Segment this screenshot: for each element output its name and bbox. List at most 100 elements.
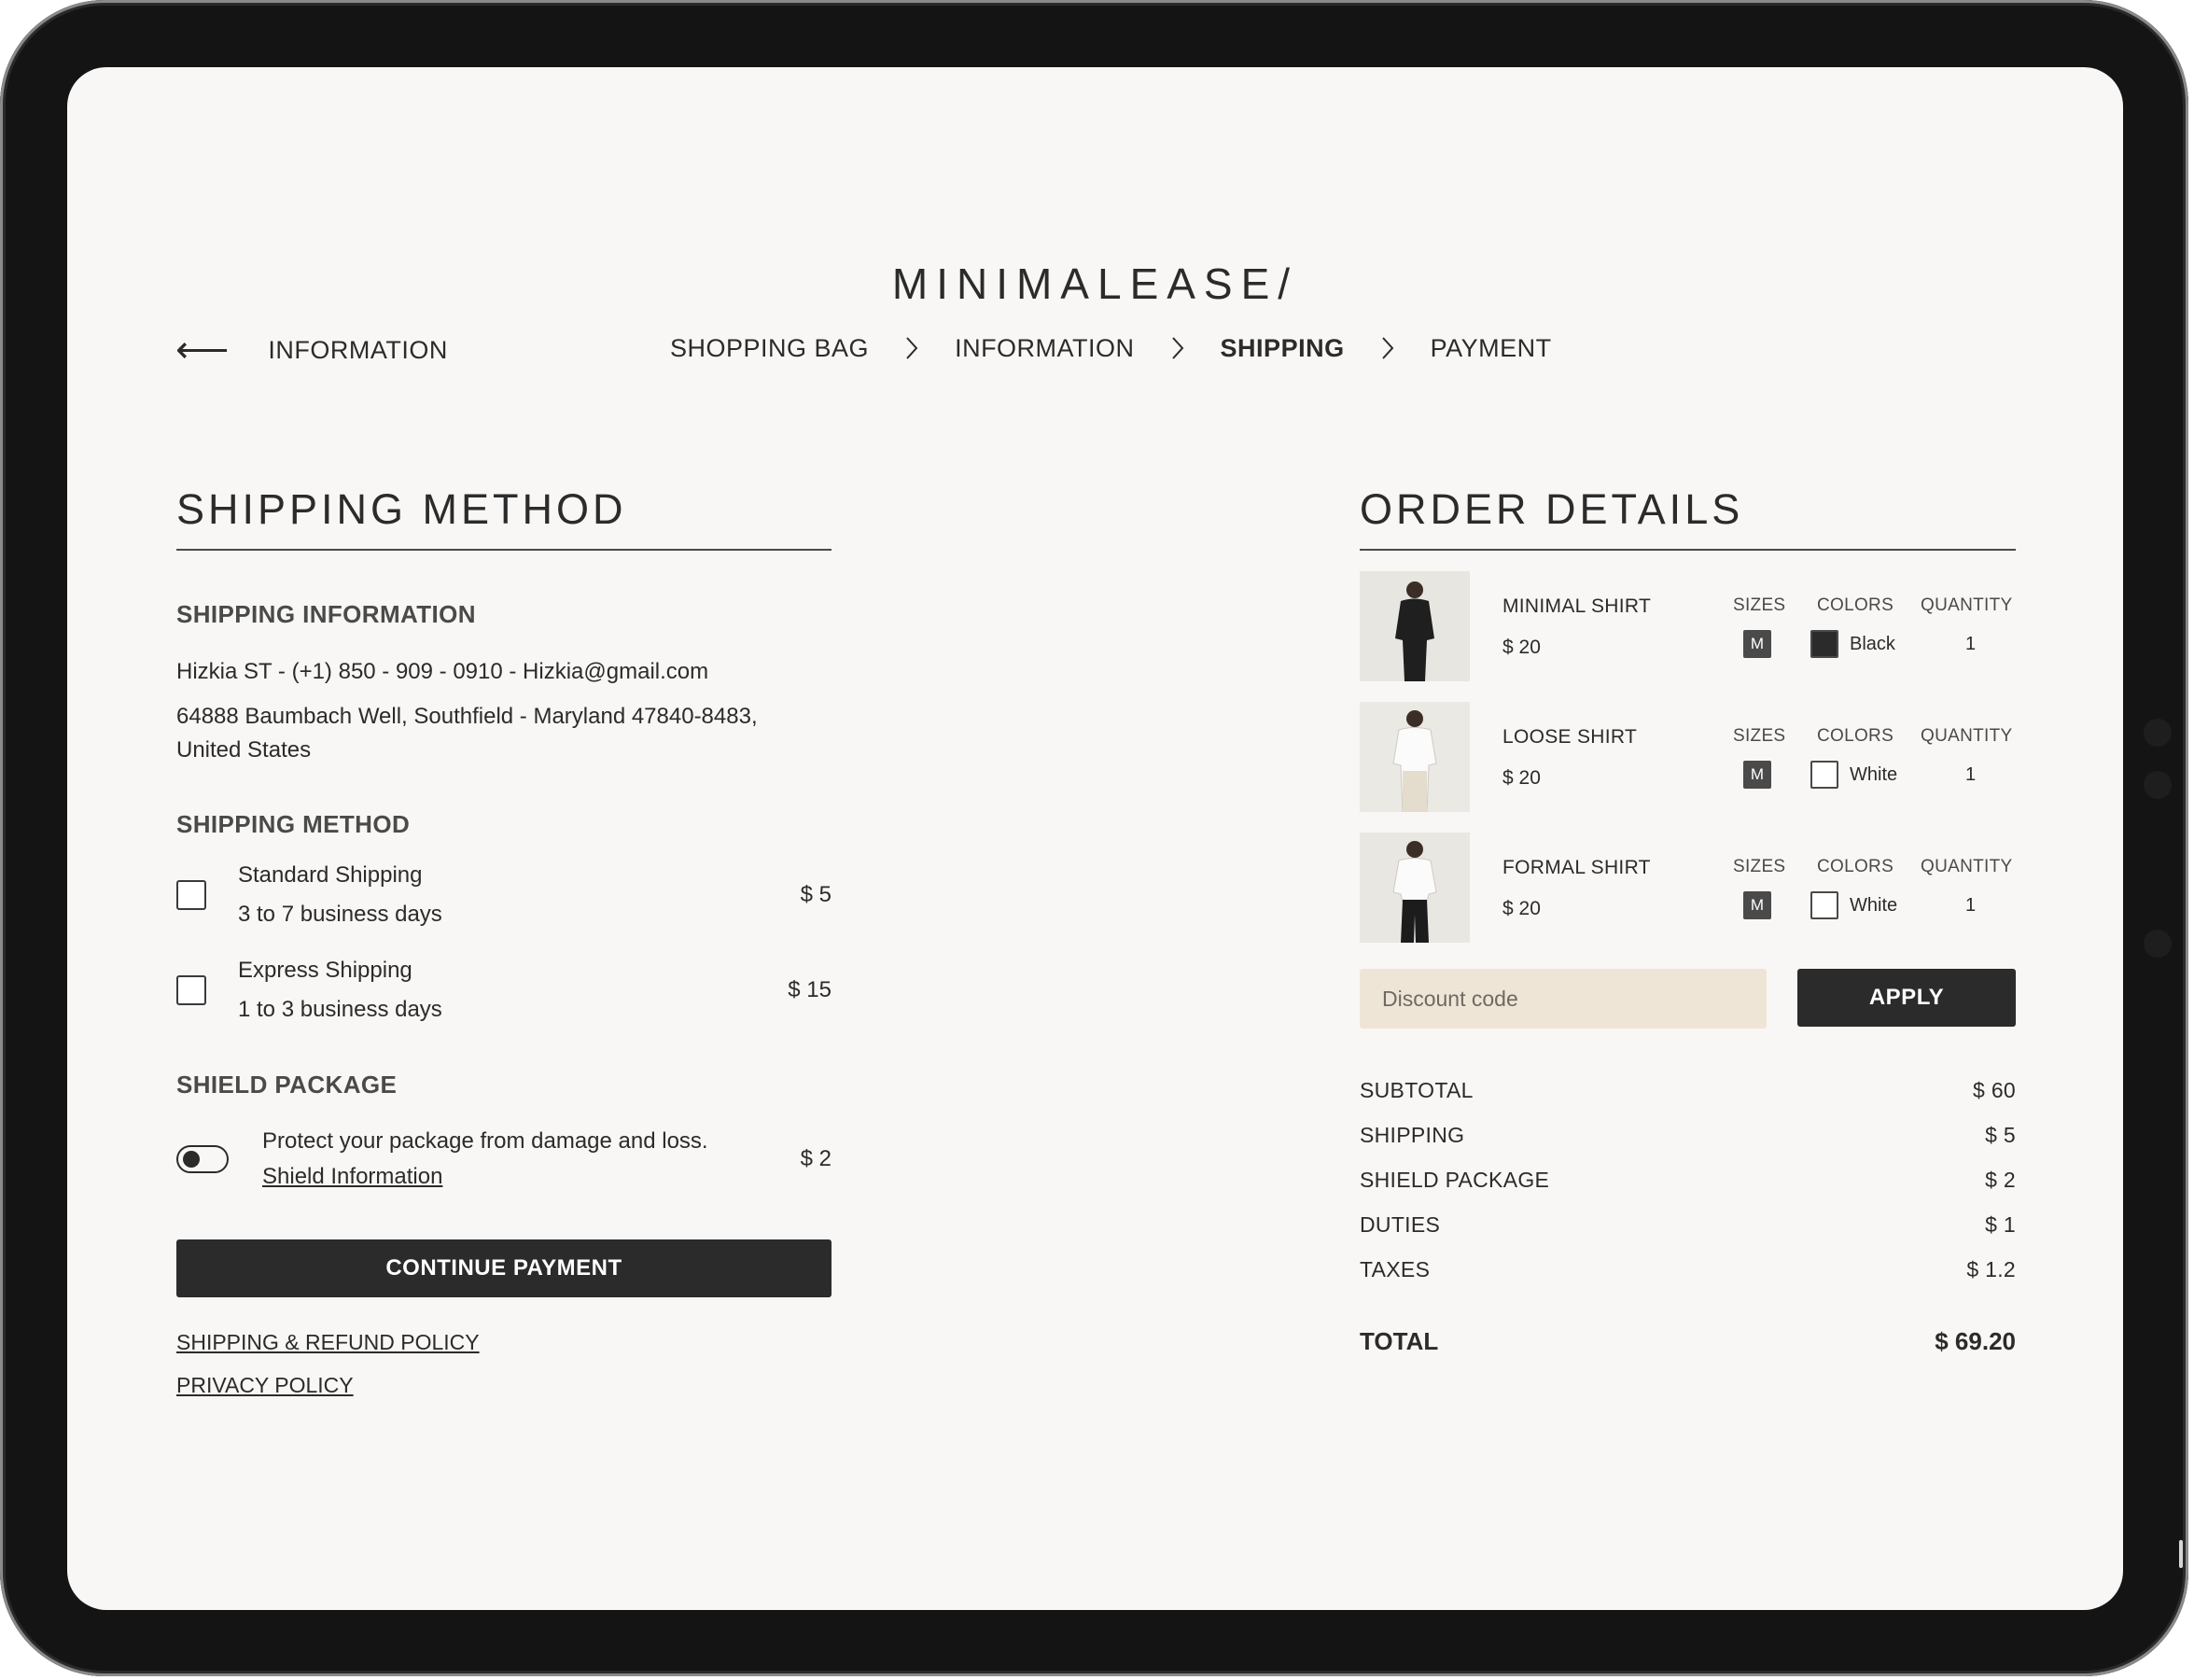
- shield-information-link[interactable]: Shield Information: [262, 1159, 801, 1195]
- app-screen: MINIMALEASE/ ⟵ INFORMATION SHOPPING BAG …: [67, 67, 2123, 1610]
- summary-value: $ 60: [1973, 1077, 2016, 1102]
- summary-row-total: TOTAL $ 69.20: [1360, 1327, 2016, 1356]
- order-item: MINIMAL SHIRT $ 20 SIZES COLORS QUANTITY…: [1360, 571, 2016, 681]
- tablet-sensor-dot: [2144, 930, 2172, 958]
- chevron-right-icon: [895, 331, 929, 365]
- sizes-header: SIZES: [1733, 595, 1786, 615]
- color-label: Black: [1850, 634, 1895, 654]
- breadcrumb: SHOPPING BAG INFORMATION SHIPPING PAYMEN…: [670, 331, 1552, 365]
- shield-package-toggle[interactable]: [176, 1145, 229, 1173]
- product-image[interactable]: [1360, 702, 1470, 812]
- standard-shipping-duration: 3 to 7 business days: [238, 902, 442, 927]
- colors-header: COLORS: [1817, 857, 1894, 876]
- breadcrumb-shipping[interactable]: SHIPPING: [1221, 334, 1345, 363]
- color-label: White: [1850, 764, 1898, 785]
- summary-row-duties: DUTIES $ 1: [1360, 1202, 2016, 1247]
- order-summary: SUBTOTAL $ 60 SHIPPING $ 5 SHIELD PACKAG…: [1360, 1068, 2016, 1356]
- order-details-title: ORDER DETAILS: [1360, 485, 2016, 551]
- standard-shipping-price: $ 5: [800, 882, 831, 907]
- item-price: $ 20: [1502, 898, 1541, 919]
- shield-package-option: Protect your package from damage and los…: [176, 1124, 831, 1195]
- contact-line: Hizkia ST - (+1) 850 - 909 - 0910 - Hizk…: [176, 659, 709, 684]
- color-label: White: [1850, 895, 1898, 916]
- summary-value: $ 1: [1985, 1211, 2016, 1237]
- address-line-2: United States: [176, 737, 312, 763]
- standard-shipping-name: Standard Shipping: [238, 862, 423, 888]
- back-link-label: INFORMATION: [268, 335, 448, 364]
- shipping-panel: SHIPPING METHOD SHIPPING INFORMATION Hiz…: [176, 485, 831, 1402]
- apply-discount-button[interactable]: APPLY: [1797, 969, 2016, 1027]
- tablet-side-button: [2179, 1540, 2183, 1568]
- express-shipping-checkbox[interactable]: [176, 975, 206, 1005]
- summary-label: SUBTOTAL: [1360, 1077, 1474, 1102]
- summary-row-shield-package: SHIELD PACKAGE $ 2: [1360, 1157, 2016, 1202]
- standard-shipping-checkbox[interactable]: [176, 880, 206, 910]
- express-shipping-price: $ 15: [788, 977, 831, 1002]
- quantity-value: 1: [1965, 895, 1977, 916]
- size-badge: M: [1743, 891, 1771, 919]
- shield-package-price: $ 2: [800, 1146, 831, 1171]
- color-swatch-black: [1810, 630, 1838, 658]
- shield-package-text: Protect your package from damage and los…: [262, 1128, 708, 1154]
- summary-label: DUTIES: [1360, 1211, 1441, 1237]
- privacy-policy-link[interactable]: PRIVACY POLICY: [176, 1368, 831, 1402]
- shipping-option-express[interactable]: Express Shipping 1 to 3 business days $ …: [176, 951, 831, 1029]
- address-line-1: 64888 Baumbach Well, Southfield - Maryla…: [176, 704, 758, 729]
- summary-label: SHIELD PACKAGE: [1360, 1167, 1550, 1192]
- shield-package-heading: SHIELD PACKAGE: [176, 1071, 398, 1099]
- quantity-value: 1: [1965, 634, 1977, 654]
- summary-row-shipping: SHIPPING $ 5: [1360, 1113, 2016, 1157]
- sizes-header: SIZES: [1733, 857, 1786, 876]
- order-details-panel: ORDER DETAILS MINIMAL SHIRT $ 20 SIZES C…: [1360, 485, 2016, 1356]
- quantity-header: QUANTITY: [1921, 595, 2013, 615]
- item-name: FORMAL SHIRT: [1502, 857, 1651, 878]
- summary-row-taxes: TAXES $ 1.2: [1360, 1247, 2016, 1292]
- chevron-right-icon: [1161, 331, 1195, 365]
- continue-payment-button[interactable]: CONTINUE PAYMENT: [176, 1239, 831, 1297]
- quantity-header: QUANTITY: [1921, 726, 2013, 746]
- breadcrumb-information[interactable]: INFORMATION: [955, 334, 1134, 363]
- color-swatch-white: [1810, 761, 1838, 789]
- item-name: MINIMAL SHIRT: [1502, 595, 1652, 617]
- quantity-header: QUANTITY: [1921, 857, 2013, 876]
- order-item: LOOSE SHIRT $ 20 SIZES COLORS QUANTITY M…: [1360, 702, 2016, 812]
- summary-value: $ 5: [1985, 1122, 2016, 1147]
- summary-label: SHIPPING: [1360, 1122, 1465, 1147]
- item-name: LOOSE SHIRT: [1502, 726, 1638, 748]
- summary-row-subtotal: SUBTOTAL $ 60: [1360, 1068, 2016, 1113]
- discount-row: APPLY: [1360, 969, 2016, 1029]
- quantity-value: 1: [1965, 764, 1977, 785]
- color-swatch-white: [1810, 891, 1838, 919]
- item-price: $ 20: [1502, 637, 1541, 658]
- express-shipping-name: Express Shipping: [238, 958, 412, 983]
- total-label: TOTAL: [1360, 1327, 1439, 1355]
- order-item: FORMAL SHIRT $ 20 SIZES COLORS QUANTITY …: [1360, 833, 2016, 943]
- tablet-frame: MINIMALEASE/ ⟵ INFORMATION SHOPPING BAG …: [0, 0, 2188, 1676]
- summary-value: $ 2: [1985, 1167, 2016, 1192]
- discount-code-input[interactable]: [1360, 969, 1767, 1029]
- shipping-method-title: SHIPPING METHOD: [176, 485, 831, 551]
- size-badge: M: [1743, 761, 1771, 789]
- sizes-header: SIZES: [1733, 726, 1786, 746]
- summary-label: TAXES: [1360, 1256, 1431, 1281]
- colors-header: COLORS: [1817, 595, 1894, 615]
- brand-logo[interactable]: MINIMALEASE/: [67, 259, 2123, 309]
- shipping-option-standard[interactable]: Standard Shipping 3 to 7 business days $…: [176, 856, 831, 934]
- shipping-method-heading: SHIPPING METHOD: [176, 810, 411, 838]
- shipping-refund-policy-link[interactable]: SHIPPING & REFUND POLICY: [176, 1325, 831, 1359]
- shipping-info-heading: SHIPPING INFORMATION: [176, 600, 476, 628]
- size-badge: M: [1743, 630, 1771, 658]
- tablet-sensor-dot: [2144, 771, 2172, 799]
- back-link[interactable]: ⟵ INFORMATION: [175, 331, 448, 369]
- breadcrumb-shopping-bag[interactable]: SHOPPING BAG: [670, 334, 869, 363]
- summary-value: $ 1.2: [1966, 1256, 2016, 1281]
- breadcrumb-payment[interactable]: PAYMENT: [1431, 334, 1552, 363]
- product-image[interactable]: [1360, 833, 1470, 943]
- chevron-right-icon: [1371, 331, 1404, 365]
- tablet-sensor-dot: [2144, 719, 2172, 747]
- express-shipping-duration: 1 to 3 business days: [238, 997, 442, 1022]
- colors-header: COLORS: [1817, 726, 1894, 746]
- total-value: $ 69.20: [1935, 1327, 2016, 1355]
- item-price: $ 20: [1502, 767, 1541, 789]
- product-image[interactable]: [1360, 571, 1470, 681]
